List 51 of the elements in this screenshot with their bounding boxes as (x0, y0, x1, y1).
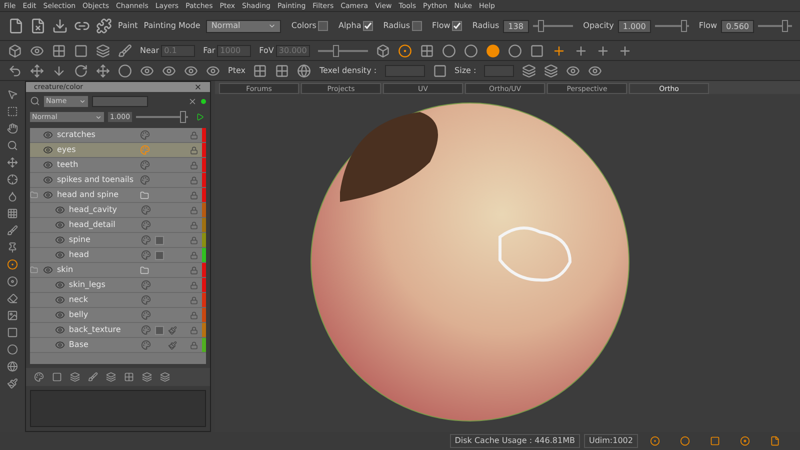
layer-row[interactable]: head (30, 248, 206, 263)
toggle-label: Colors (291, 20, 316, 32)
layer-name: back_texture (68, 324, 121, 336)
toggle-label: Radius (383, 20, 410, 32)
slider-label: Radius (472, 20, 500, 32)
layer-row[interactable]: eyes (30, 143, 206, 158)
field-label: Near (140, 44, 160, 56)
layer-name: teeth (56, 159, 78, 171)
layer-row[interactable]: head_cavity (30, 203, 206, 218)
layer-name: head (68, 249, 89, 261)
toggle-label: Flow (432, 20, 450, 32)
disk-cache-status: Disk Cache Usage : 446.81MB (450, 434, 580, 448)
layer-name: head_cavity (68, 204, 118, 216)
value-field[interactable]: 138 (503, 20, 530, 32)
layer-name: spine (68, 234, 90, 246)
layer-name: head_detail (68, 219, 116, 231)
layer-name: scratches (56, 129, 96, 141)
layer-name: skin_legs (68, 279, 106, 291)
value-field[interactable]: 0.560 (721, 20, 754, 32)
field-label: Far (203, 44, 216, 56)
layer-row[interactable]: skin (30, 263, 206, 278)
layer-row[interactable]: head_detail (30, 218, 206, 233)
layer-name: skin (56, 264, 74, 276)
layer-row[interactable]: Base (30, 338, 206, 353)
slider-label: Opacity (583, 20, 614, 32)
layer-name: Base (68, 339, 88, 351)
slider-label: Flow (698, 20, 718, 32)
layer-name: belly (68, 309, 88, 321)
field-label: Size : (454, 64, 476, 76)
layer-name: spikes and toenails (56, 174, 134, 186)
layer-name: eyes (56, 144, 76, 156)
value-field[interactable]: 1.000 (618, 20, 651, 32)
toolbar-label: Paint (118, 20, 138, 32)
field-label: Texel density : (319, 64, 377, 76)
toggle-label: Alpha (338, 20, 362, 32)
layer-name: neck (68, 294, 88, 306)
layer-row[interactable]: back_texture (30, 323, 206, 338)
layer-row[interactable]: spikes and toenails (30, 173, 206, 188)
layer-row[interactable]: scratches (30, 128, 206, 143)
toolbar-label: Painting Mode (144, 20, 200, 32)
layer-row[interactable]: neck (30, 293, 206, 308)
layer-row[interactable]: spine (30, 233, 206, 248)
layer-row[interactable]: teeth (30, 158, 206, 173)
layer-row[interactable]: head and spine (30, 188, 206, 203)
painting-mode-dropdown[interactable]: Normal (206, 20, 282, 32)
toolbar-label: Ptex (228, 64, 246, 76)
udim-status: Udim:1002 (584, 434, 638, 448)
layer-row[interactable]: belly (30, 308, 206, 323)
layer-row[interactable]: skin_legs (30, 278, 206, 293)
layer-name: head and spine (56, 189, 119, 201)
field-label: FoV (259, 44, 274, 56)
